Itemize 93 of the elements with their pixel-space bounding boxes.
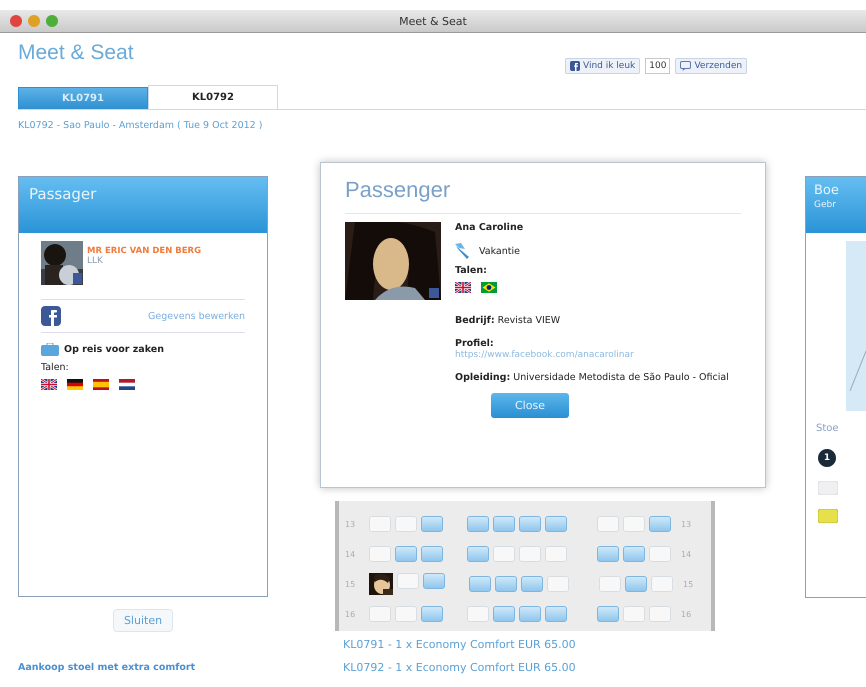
- profile-label: Profiel:: [455, 338, 495, 349]
- travel-purpose: Op reis voor zaken: [64, 344, 164, 355]
- brazil-flag-icon: [481, 282, 497, 293]
- legend-badge: 1: [818, 449, 836, 467]
- seat[interactable]: [597, 546, 619, 562]
- edit-link[interactable]: Gegevens bewerken: [148, 310, 245, 322]
- seat[interactable]: [395, 606, 417, 622]
- booking-line: KL0791 - 1 x Economy Comfort EUR 65.00: [343, 638, 576, 651]
- seat[interactable]: [493, 546, 515, 562]
- legend-title: Stoe: [816, 423, 839, 434]
- row-number: 14: [681, 550, 692, 558]
- send-button[interactable]: Verzenden: [675, 58, 748, 74]
- education-text: Opleiding: Universidade Metodista de São Paulo - Oficial: [455, 372, 730, 383]
- seat[interactable]: [395, 516, 417, 532]
- travel-purpose: Vakantie: [479, 246, 520, 256]
- seat[interactable]: [599, 576, 621, 592]
- section-heading: Aankoop stoel met extra comfort: [18, 662, 196, 673]
- dialog-title: Passenger: [345, 177, 450, 203]
- languages-label: Talen:: [455, 265, 488, 276]
- booking-line: KL0792 - 1 x Economy Comfort EUR 65.00: [343, 661, 576, 674]
- panel-subtitle: Gebr: [814, 200, 837, 210]
- seat[interactable]: [467, 516, 489, 532]
- seat[interactable]: [547, 576, 569, 592]
- facebook-icon: [570, 61, 580, 71]
- seat[interactable]: [495, 576, 517, 592]
- row-number: 14: [345, 550, 356, 558]
- seat[interactable]: [493, 516, 515, 532]
- row-number: 13: [681, 520, 692, 528]
- panel-title: Boe: [814, 183, 840, 198]
- seat[interactable]: [421, 516, 443, 532]
- close-button[interactable]: [10, 15, 22, 27]
- passenger-code: LLK: [87, 256, 104, 266]
- uk-flag-icon: [41, 379, 57, 390]
- seat[interactable]: [597, 606, 619, 622]
- seat[interactable]: [597, 516, 619, 532]
- speech-bubble-icon: [680, 61, 692, 71]
- close-button[interactable]: Close: [491, 393, 569, 418]
- seat[interactable]: [545, 516, 567, 532]
- seat[interactable]: [651, 576, 673, 592]
- app-logo: Meet & Seat: [18, 41, 134, 65]
- seat[interactable]: [469, 576, 491, 592]
- seat[interactable]: [421, 606, 443, 622]
- languages-label: Talen:: [41, 362, 70, 373]
- seat[interactable]: [623, 606, 645, 622]
- row-number: 15: [683, 580, 694, 588]
- minimize-button[interactable]: [28, 15, 40, 27]
- germany-flag-icon: [67, 379, 83, 390]
- row-number: 13: [345, 520, 356, 528]
- seat[interactable]: [545, 546, 567, 562]
- flight-tab[interactable]: KL0792: [148, 85, 278, 109]
- zoom-button[interactable]: [46, 15, 58, 27]
- seat[interactable]: [623, 546, 645, 562]
- seat[interactable]: [493, 606, 515, 622]
- seat[interactable]: [467, 546, 489, 562]
- seat[interactable]: [369, 606, 391, 622]
- spain-flag-icon: [93, 379, 109, 390]
- row-number: 16: [345, 610, 356, 618]
- seat[interactable]: [519, 606, 541, 622]
- company-text: Bedrijf: Revista VIEW: [455, 315, 562, 326]
- seat[interactable]: [649, 546, 671, 562]
- uk-flag-icon: [455, 282, 471, 293]
- netherlands-flag-icon: [119, 379, 135, 390]
- close-button[interactable]: Sluiten: [112, 609, 174, 632]
- row-number: 16: [681, 610, 692, 618]
- seat[interactable]: [521, 576, 543, 592]
- selected-seat-icon: [818, 509, 838, 523]
- seat[interactable]: [395, 546, 417, 562]
- profile-link[interactable]: https://www.facebook.com/anacarolinar: [455, 350, 634, 360]
- seat[interactable]: [423, 573, 445, 589]
- seat[interactable]: [649, 606, 671, 622]
- seat[interactable]: [421, 546, 443, 562]
- seat[interactable]: [519, 546, 541, 562]
- facebook-icon: [41, 306, 61, 326]
- row-number: 15: [345, 580, 356, 588]
- seat[interactable]: [649, 516, 671, 532]
- passenger-name: Ana Caroline: [455, 222, 524, 233]
- seat[interactable]: [467, 606, 489, 622]
- like-count: 100: [645, 58, 670, 74]
- passenger-name[interactable]: MR ERIC VAN DEN BERG: [87, 246, 202, 256]
- free-seat-icon: [818, 481, 838, 495]
- briefcase-icon: [41, 343, 59, 356]
- seat[interactable]: [623, 516, 645, 532]
- seat[interactable]: [519, 516, 541, 532]
- like-button[interactable]: Vind ik leuk: [565, 58, 640, 74]
- seat[interactable]: [625, 576, 647, 592]
- panel-title: Passager: [29, 185, 96, 203]
- seat[interactable]: [369, 546, 391, 562]
- window-title: Meet & Seat: [399, 14, 467, 28]
- seat[interactable]: [369, 516, 391, 532]
- airplane-icon: [455, 243, 471, 259]
- seat[interactable]: [545, 606, 567, 622]
- flight-tab[interactable]: KL0791: [18, 87, 148, 109]
- route-text: KL0792 - Sao Paulo - Amsterdam ( Tue 9 Oct 2012 ): [18, 120, 264, 131]
